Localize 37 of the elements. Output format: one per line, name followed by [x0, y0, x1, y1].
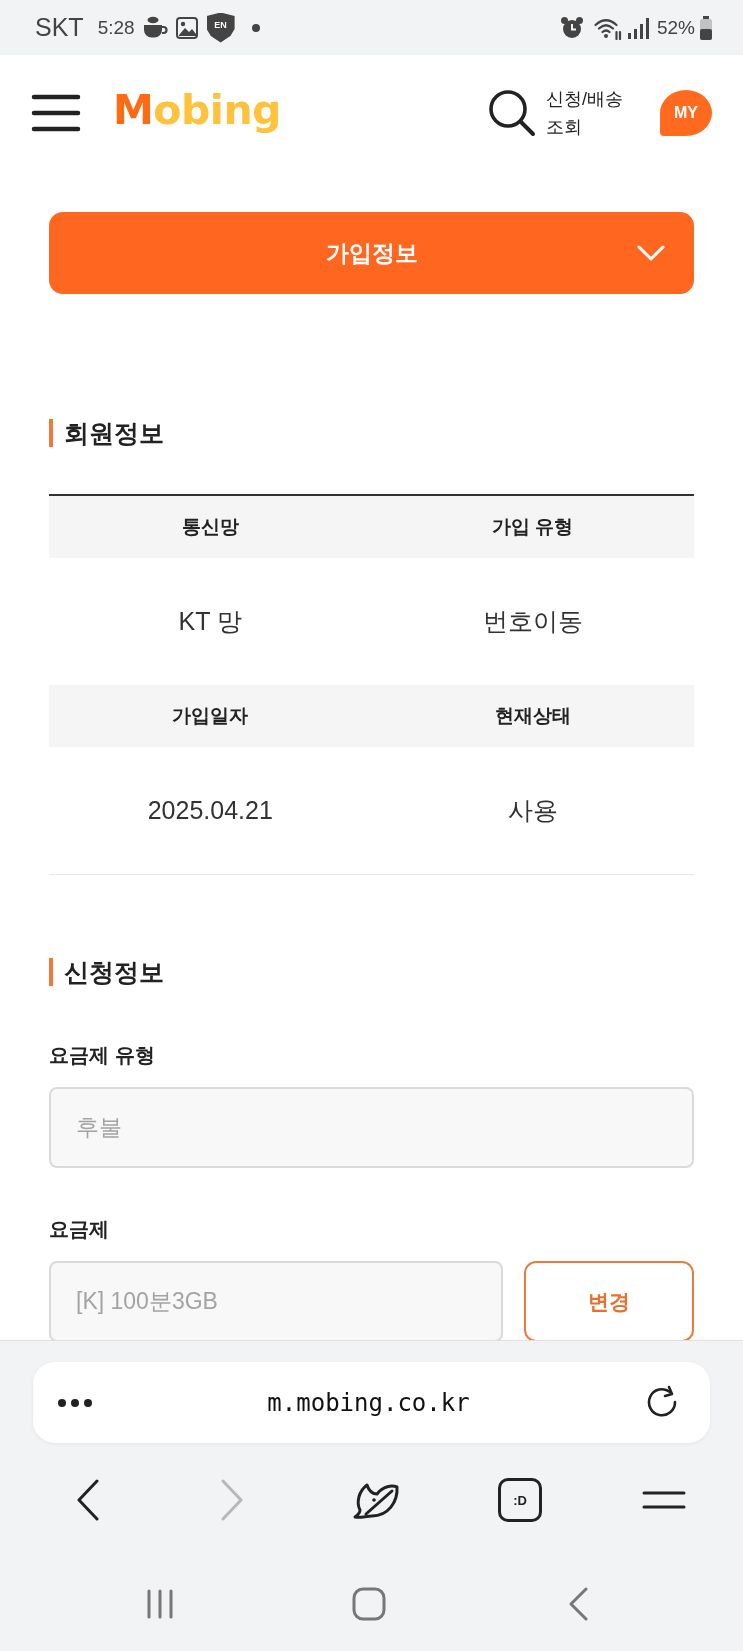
home-icon[interactable] — [351, 1587, 386, 1621]
field-label: 요금제 — [49, 1217, 110, 1242]
url-text: m.mobing.co.kr — [266, 1388, 471, 1417]
more-icon[interactable] — [57, 1397, 93, 1408]
back-icon[interactable] — [76, 1479, 100, 1521]
battery-icon — [699, 15, 713, 40]
logo[interactable]: Mobing — [113, 85, 281, 140]
table-cell-text: 사용 — [506, 795, 559, 826]
accent-bar — [49, 419, 53, 447]
table-header-cell: 통신망 — [49, 496, 372, 558]
section-title: 회원정보 — [64, 418, 164, 448]
menu-icon[interactable] — [31, 93, 81, 132]
dot-icon — [251, 23, 260, 32]
alarm-clock-icon — [559, 15, 584, 40]
table-cell-text: 번호이동 — [481, 606, 584, 637]
page-menu-dropdown[interactable]: 가입정보 — [49, 212, 694, 294]
accent-bar — [49, 958, 53, 986]
table-header-cell: 가입 유형 — [371, 496, 694, 558]
tabs-button[interactable]: :D — [498, 1478, 542, 1522]
signal-icon — [626, 16, 649, 39]
image-icon — [175, 16, 198, 39]
section-title: 신청정보 — [64, 957, 164, 987]
table-cell-text: KT 망 — [177, 606, 243, 637]
order-tracking-link[interactable]: 신청/배송 조회 — [488, 84, 630, 141]
field-label: 요금제 유형 — [49, 1043, 156, 1068]
table-cell-text: 2025.04.21 — [146, 795, 274, 826]
battery-percent-text: 52% — [656, 16, 695, 39]
table-header-cell: 가입일자 — [49, 685, 372, 747]
search-icon — [488, 88, 536, 137]
carrier-text: SKT — [35, 13, 84, 42]
table-header-cell: 현재상태 — [371, 685, 694, 747]
menu-icon[interactable] — [642, 1490, 686, 1510]
time-text: 5:28 — [97, 16, 135, 39]
vpn-shield-badge: EN — [206, 12, 235, 43]
my-page-button[interactable]: MY — [660, 89, 712, 136]
address-bar[interactable]: m.mobing.co.kr — [33, 1362, 710, 1443]
coffee-cup-icon — [142, 16, 169, 39]
